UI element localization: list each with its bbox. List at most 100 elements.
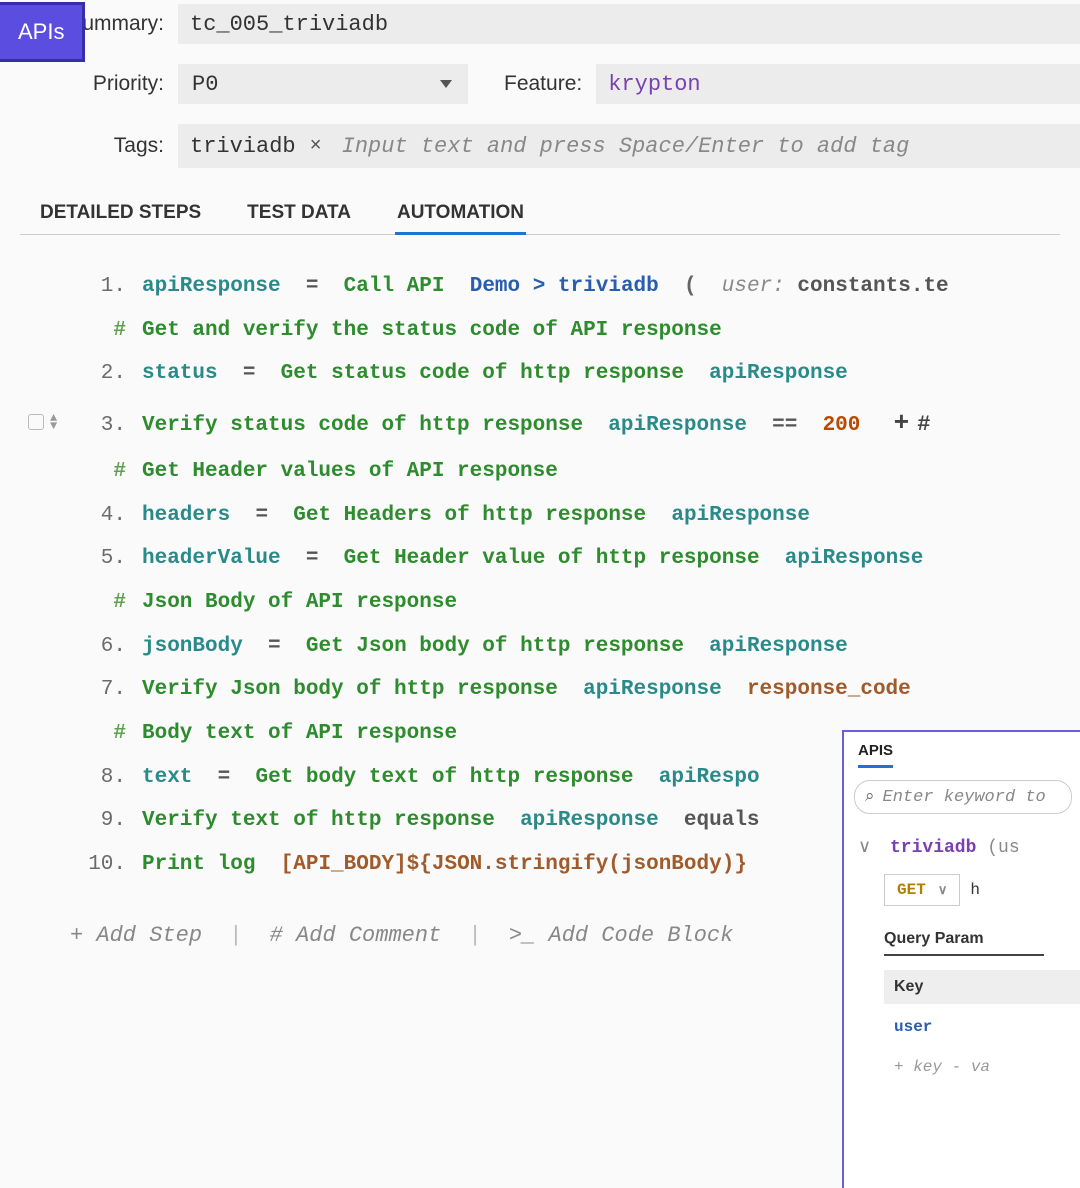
add-code-block-button[interactable]: >_ Add Code Block — [509, 923, 733, 948]
line-number: 8. — [70, 756, 142, 800]
hash-icon: # — [70, 581, 142, 625]
comment-text: Body text of API response — [142, 712, 457, 756]
paren: ( — [684, 265, 697, 309]
call: Get Header value of http response — [344, 537, 760, 581]
tags-label: Tags: — [0, 134, 178, 158]
variable: headers — [142, 494, 230, 538]
hash-icon: # — [70, 712, 142, 756]
add-step-button[interactable]: + Add Step — [70, 923, 202, 948]
http-method-select[interactable]: GET ∨ — [884, 874, 960, 906]
separator: | — [468, 923, 481, 948]
http-method-value: GET — [897, 881, 926, 899]
equals: = — [243, 352, 256, 396]
priority-select[interactable]: P0 — [178, 64, 468, 104]
variable: apiResponse — [142, 265, 281, 309]
query-param-key[interactable]: user — [884, 1014, 1080, 1040]
feature-label: Feature: — [504, 72, 596, 96]
search-icon: ⌕ — [865, 787, 875, 807]
ref: apiResponse — [608, 404, 747, 448]
feature-input[interactable] — [596, 64, 1080, 104]
step-checkbox[interactable] — [28, 414, 44, 430]
arg-name: user: — [722, 265, 785, 309]
call: Get Headers of http response — [293, 494, 646, 538]
step-5[interactable]: 5. headerValue = Get Header value of htt… — [10, 537, 1070, 581]
tag-remove-icon[interactable]: × — [310, 135, 322, 158]
line-number: 2. — [70, 352, 142, 396]
call: Get Json body of http response — [306, 625, 684, 669]
comment-text: Get and verify the status code of API re… — [142, 309, 722, 353]
apis-side-panel: APIS ⌕ Enter keyword to ∨ triviadb (us G… — [842, 730, 1080, 1188]
call: Verify status code of http response — [142, 404, 583, 448]
add-query-param-button[interactable]: + key - va — [884, 1054, 1080, 1080]
number: 200 — [823, 404, 861, 448]
ref: apiResponse — [671, 494, 810, 538]
step-2[interactable]: 2. status = Get status code of http resp… — [10, 352, 1070, 396]
hash-icon[interactable]: # — [917, 402, 930, 448]
tab-automation[interactable]: AUTOMATION — [395, 196, 526, 234]
api-tree-item[interactable]: triviadb — [890, 838, 976, 858]
priority-label: Priority: — [0, 72, 178, 96]
chevron-down-icon[interactable]: ∨ — [858, 838, 871, 858]
equals: = — [218, 756, 231, 800]
call: Verify text of http response — [142, 799, 495, 843]
line-number: 1. — [70, 265, 142, 309]
ref: apiResponse — [785, 537, 924, 581]
reorder-icon[interactable]: ▲▼ — [50, 414, 57, 431]
chevron-down-icon — [440, 80, 452, 88]
tab-test-data[interactable]: TEST DATA — [245, 196, 353, 234]
arg-value: constants.te — [797, 265, 948, 309]
tags-input[interactable]: triviadb × Input text and press Space/En… — [178, 124, 1080, 168]
step-4[interactable]: 4. headers = Get Headers of http respons… — [10, 494, 1070, 538]
hash-icon: # — [70, 309, 142, 353]
compare: == — [772, 404, 797, 448]
line-number: 9. — [70, 799, 142, 843]
tabs: DETAILED STEPS TEST DATA AUTOMATION — [20, 196, 1060, 235]
step-1[interactable]: 1. apiResponse = Call API Demo > triviad… — [10, 265, 1070, 309]
comment-text: Get Header values of API response — [142, 450, 558, 494]
comment-3[interactable]: # Json Body of API response — [10, 581, 1070, 625]
equals: = — [306, 537, 319, 581]
ref: apiRespo — [659, 756, 760, 800]
equals: = — [306, 265, 319, 309]
step-7[interactable]: 7. Verify Json body of http response api… — [10, 668, 1070, 712]
tags-placeholder: Input text and press Space/Enter to add … — [342, 134, 1068, 159]
ref: apiResponse — [583, 668, 722, 712]
apis-search-input[interactable]: ⌕ Enter keyword to — [854, 780, 1072, 814]
query-param-tab[interactable]: Query Param — [884, 930, 1044, 956]
equals: = — [255, 494, 268, 538]
variable: text — [142, 756, 192, 800]
line-number: 6. — [70, 625, 142, 669]
log-template: [API_BODY]${JSON.stringify(jsonBody)} — [281, 843, 747, 887]
kv-header-key: Key — [884, 970, 1080, 1004]
hash-icon: # — [70, 450, 142, 494]
tab-detailed-steps[interactable]: DETAILED STEPS — [38, 196, 203, 234]
apis-search-placeholder: Enter keyword to — [883, 788, 1046, 807]
apis-badge[interactable]: APIs — [0, 2, 85, 62]
equals: = — [268, 625, 281, 669]
call: Get body text of http response — [255, 756, 633, 800]
call: Print log — [142, 843, 255, 887]
ref: apiResponse — [709, 352, 848, 396]
url-input-fragment[interactable]: h — [970, 881, 980, 899]
apis-panel-tab[interactable]: APIS — [858, 742, 893, 768]
plus-icon[interactable]: + — [894, 396, 910, 450]
form-area: Summary: Priority: P0 Feature: Tags: tri… — [0, 0, 1080, 168]
line-number: 4. — [70, 494, 142, 538]
api-path: Demo > triviadb — [470, 265, 659, 309]
summary-input[interactable] — [178, 4, 1080, 44]
comment-2[interactable]: # Get Header values of API response — [10, 450, 1070, 494]
chevron-down-icon: ∨ — [938, 883, 948, 898]
comment-1[interactable]: # Get and verify the status code of API … — [10, 309, 1070, 353]
separator: | — [229, 923, 242, 948]
line-number: 7. — [70, 668, 142, 712]
line-number: 10. — [70, 843, 142, 887]
line-number: 5. — [70, 537, 142, 581]
add-comment-button[interactable]: # Add Comment — [270, 923, 442, 948]
line-number: 3. — [70, 404, 142, 448]
variable: jsonBody — [142, 625, 243, 669]
json-key: response_code — [747, 668, 911, 712]
step-6[interactable]: 6. jsonBody = Get Json body of http resp… — [10, 625, 1070, 669]
apis-tree: ∨ triviadb (us — [844, 826, 1080, 858]
api-tree-item-suffix: (us — [987, 838, 1019, 858]
step-3[interactable]: ▲▼ 3. Verify status code of http respons… — [10, 396, 1070, 450]
